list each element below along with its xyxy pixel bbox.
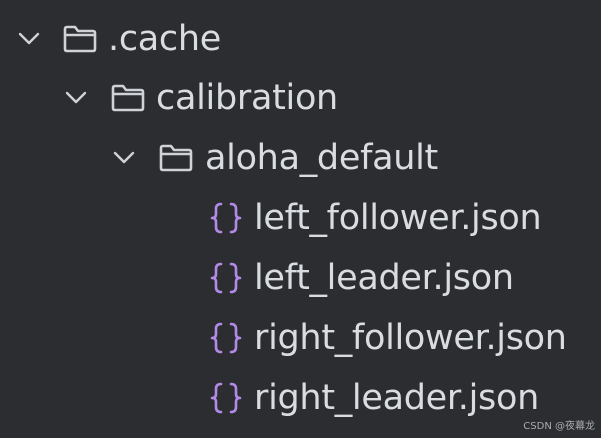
- json-file-icon: [206, 378, 246, 418]
- tree-item-cache-folder[interactable]: .cache: [0, 9, 601, 69]
- tree-item-calibration-folder[interactable]: calibration: [0, 68, 601, 128]
- chevron-down-icon[interactable]: [61, 83, 91, 113]
- json-file-icon: [206, 198, 246, 238]
- folder-icon: [156, 141, 196, 175]
- chevron-down-icon[interactable]: [14, 24, 44, 54]
- tree-item-label: calibration: [156, 78, 338, 118]
- tree-item-left-follower-json[interactable]: left_follower.json: [0, 188, 601, 248]
- json-file-icon: [206, 318, 246, 358]
- chevron-down-icon[interactable]: [109, 143, 139, 173]
- tree-item-left-leader-json[interactable]: left_leader.json: [0, 248, 601, 308]
- tree-item-aloha-default-folder[interactable]: aloha_default: [0, 128, 601, 188]
- tree-item-right-leader-json[interactable]: right_leader.json: [0, 368, 601, 428]
- csdn-watermark: CSDN @夜幕龙: [523, 421, 595, 432]
- tree-item-right-follower-json[interactable]: right_follower.json: [0, 308, 601, 368]
- tree-item-label: aloha_default: [205, 138, 438, 178]
- tree-item-label: left_leader.json: [254, 258, 514, 298]
- tree-item-label: right_leader.json: [254, 378, 539, 418]
- folder-icon: [60, 22, 100, 56]
- tree-item-label: right_follower.json: [254, 318, 567, 358]
- tree-item-label: .cache: [108, 19, 221, 59]
- project-file-tree: .cache calibration aloha_default left_fo…: [0, 0, 601, 438]
- tree-item-label: left_follower.json: [254, 198, 542, 238]
- folder-icon: [108, 81, 148, 115]
- json-file-icon: [206, 258, 246, 298]
